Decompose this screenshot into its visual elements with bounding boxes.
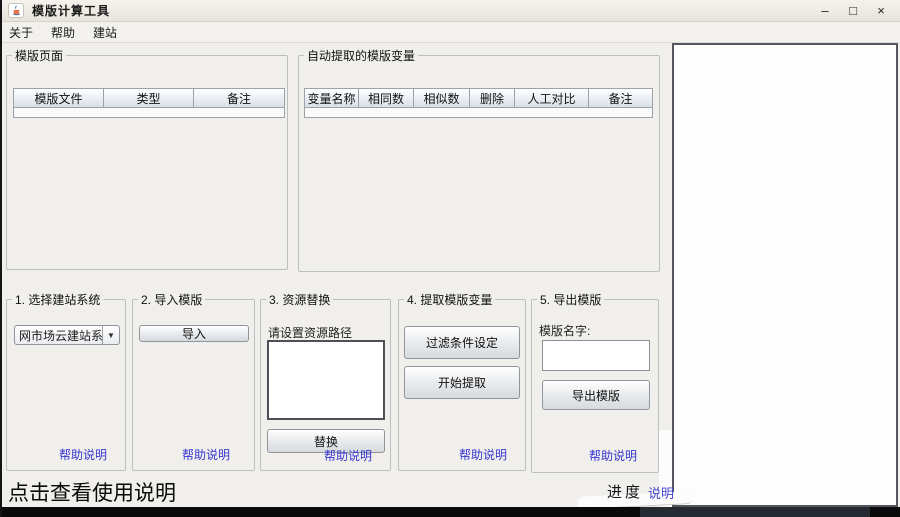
auto-variables-table-body <box>305 108 652 117</box>
group-auto-variables: 自动提取的模版变量 变量名称 相同数 相似数 删除 人工对比 备注 <box>298 47 660 272</box>
group-step3-resource-replace: 3. 资源替换 请设置资源路径 替换 帮助说明 <box>260 291 391 471</box>
column-header-manual-compare[interactable]: 人工对比 <box>515 89 589 108</box>
menu-bar: 关于 帮助 建站 <box>0 23 900 43</box>
group-auto-variables-title: 自动提取的模版变量 <box>304 47 418 64</box>
filter-settings-button[interactable]: 过滤条件设定 <box>404 326 520 359</box>
usage-instructions-link[interactable]: 点击查看使用说明 <box>8 477 176 507</box>
preview-panel <box>672 43 898 507</box>
bottom-bar-segment <box>640 507 870 517</box>
template-name-label: 模版名字: <box>539 322 590 339</box>
template-pages-table: 模版文件 类型 备注 <box>13 88 285 118</box>
title-bar: 模版计算工具 – □ × <box>0 0 900 22</box>
group-template-pages-title: 模版页面 <box>12 47 66 64</box>
template-pages-table-header: 模版文件 类型 备注 <box>14 89 284 108</box>
java-app-icon <box>8 3 24 18</box>
column-header-variable-name[interactable]: 变量名称 <box>305 89 359 108</box>
maximize-button[interactable]: □ <box>846 3 860 18</box>
resource-path-textarea[interactable] <box>267 340 385 420</box>
coffee-cup-icon <box>11 5 22 16</box>
step2-help-link[interactable]: 帮助说明 <box>182 446 230 463</box>
auto-variables-table-header: 变量名称 相同数 相似数 删除 人工对比 备注 <box>305 89 652 108</box>
bottom-black-bar <box>0 507 900 517</box>
step4-title: 4. 提取模版变量 <box>404 291 495 308</box>
step4-help-link[interactable]: 帮助说明 <box>459 446 507 463</box>
site-system-select-value: 网市场云建站系... <box>15 326 102 344</box>
column-header-delete[interactable]: 删除 <box>470 89 515 108</box>
progress-partial-text: 说明 <box>648 483 674 502</box>
column-header-remark[interactable]: 备注 <box>194 89 284 108</box>
group-step1-select-system: 1. 选择建站系统 网市场云建站系... ▼ 帮助说明 <box>6 291 126 471</box>
step5-title: 5. 导出模版 <box>537 291 604 308</box>
auto-variables-table: 变量名称 相同数 相似数 删除 人工对比 备注 <box>304 88 653 118</box>
step3-title: 3. 资源替换 <box>266 291 333 308</box>
step3-help-link[interactable]: 帮助说明 <box>324 447 372 464</box>
minimize-button[interactable]: – <box>818 3 832 18</box>
chevron-down-icon[interactable]: ▼ <box>102 326 119 344</box>
window-title: 模版计算工具 <box>32 2 110 19</box>
window-left-border <box>0 0 2 517</box>
group-template-pages: 模版页面 模版文件 类型 备注 <box>6 47 288 270</box>
close-button[interactable]: × <box>874 3 888 18</box>
menu-about[interactable]: 关于 <box>0 22 42 43</box>
step1-title: 1. 选择建站系统 <box>12 291 103 308</box>
step2-title: 2. 导入模版 <box>138 291 205 308</box>
group-step2-import: 2. 导入模版 导入 帮助说明 <box>132 291 255 471</box>
site-system-select[interactable]: 网市场云建站系... ▼ <box>14 325 120 345</box>
progress-label: 进度 <box>607 481 643 502</box>
step1-help-link[interactable]: 帮助说明 <box>59 446 107 463</box>
step5-help-link[interactable]: 帮助说明 <box>589 447 637 464</box>
column-header-similar-count[interactable]: 相似数 <box>414 89 470 108</box>
template-name-input[interactable] <box>542 340 650 371</box>
import-button[interactable]: 导入 <box>139 325 249 342</box>
column-header-remark2[interactable]: 备注 <box>589 89 652 108</box>
column-header-template-file[interactable]: 模版文件 <box>14 89 104 108</box>
group-step5-export: 5. 导出模版 模版名字: 导出模版 帮助说明 <box>531 291 659 473</box>
start-extract-button[interactable]: 开始提取 <box>404 366 520 399</box>
export-template-button[interactable]: 导出模版 <box>542 380 650 410</box>
column-header-type[interactable]: 类型 <box>104 89 194 108</box>
menu-site-build[interactable]: 建站 <box>84 22 126 43</box>
resource-path-hint: 请设置资源路径 <box>268 324 352 341</box>
group-step4-extract-variables: 4. 提取模版变量 过滤条件设定 开始提取 帮助说明 <box>398 291 526 471</box>
column-header-same-count[interactable]: 相同数 <box>359 89 414 108</box>
template-pages-table-body <box>14 108 284 117</box>
menu-help[interactable]: 帮助 <box>42 22 84 43</box>
